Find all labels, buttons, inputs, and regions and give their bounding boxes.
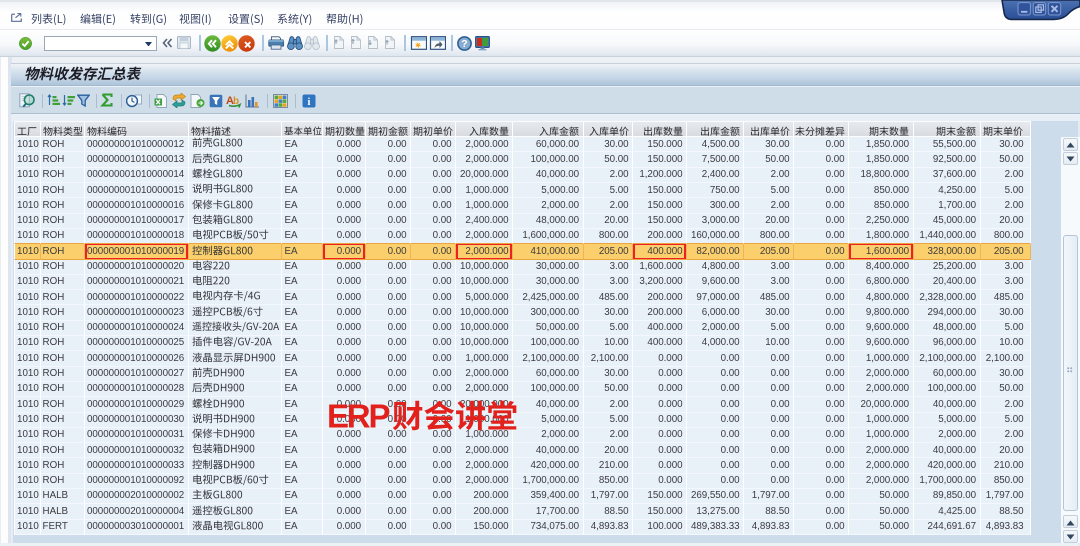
svg-text:?: ? [461, 38, 467, 50]
svg-text:ERP: ERP [327, 397, 389, 434]
svg-text:i: i [308, 97, 311, 108]
